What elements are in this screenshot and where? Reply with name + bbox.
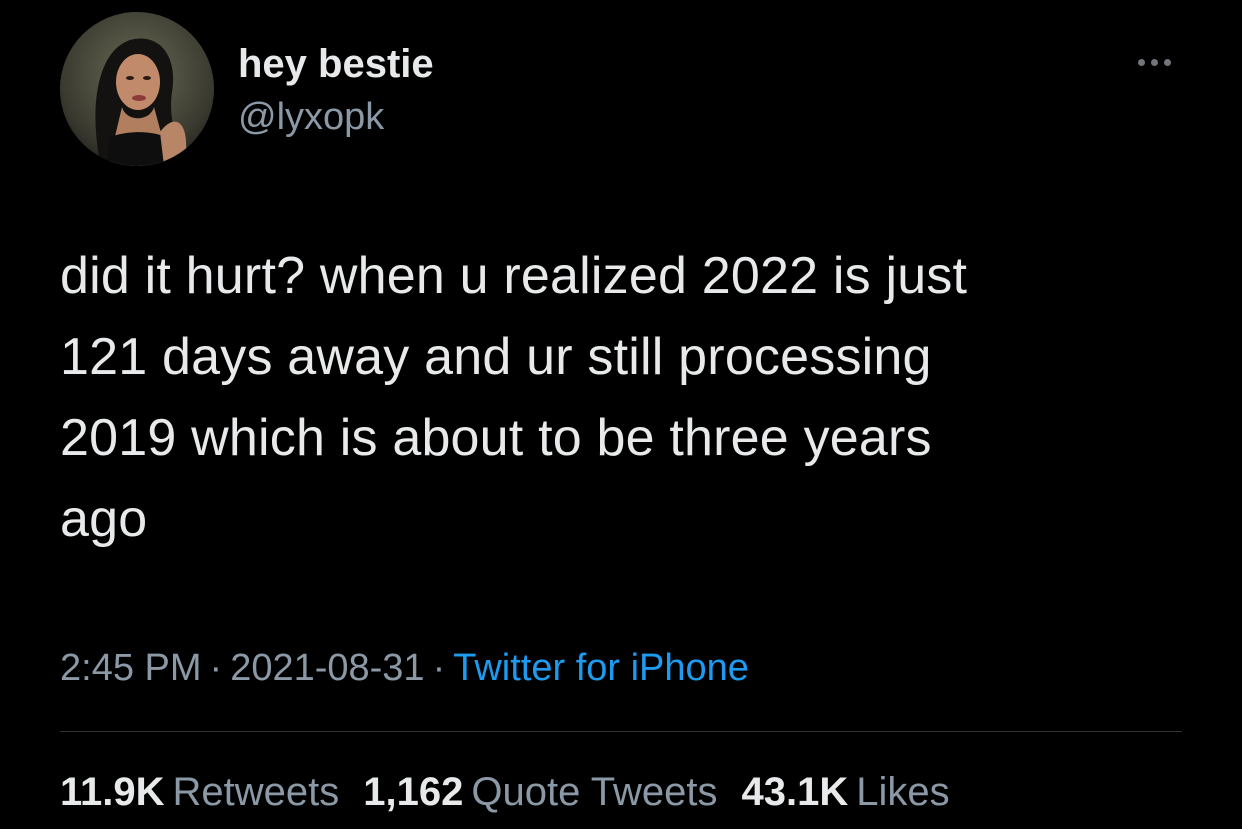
more-horizontal-icon [1137, 58, 1145, 66]
author-display-name[interactable]: hey bestie [238, 40, 434, 88]
tweet-source-link[interactable]: Twitter for iPhone [453, 647, 749, 689]
avatar[interactable] [60, 12, 214, 166]
tweet-time[interactable]: 2:45 PM [60, 647, 202, 689]
tweet-stats: 11.9K Retweets 1,162 Quote Tweets 43.1K Likes [60, 766, 974, 818]
quote-tweets-label: Quote Tweets [471, 770, 718, 814]
more-horizontal-icon-dot [1150, 58, 1158, 66]
tweet-card: hey bestie @lyxopk did it hurt? when u r… [0, 0, 1242, 829]
more-options-button[interactable] [1126, 48, 1182, 76]
quote-tweets-count: 1,162 [363, 770, 464, 814]
more-horizontal-icon-dot [1163, 58, 1171, 66]
tweet-date[interactable]: 2021-08-31 [230, 647, 424, 689]
tweet-text: did it hurt? when u realized 2022 is jus… [60, 247, 968, 548]
tweet-meta: 2:45 PM · 2021-08-31 · Twitter for iPhone [60, 642, 749, 694]
retweets-stat[interactable]: 11.9K Retweets [60, 766, 339, 818]
likes-label: Likes [856, 770, 950, 814]
retweets-count: 11.9K [60, 770, 165, 814]
quote-tweets-stat[interactable]: 1,162 Quote Tweets [363, 766, 717, 818]
divider [60, 731, 1182, 732]
profile-photo-icon [60, 12, 214, 166]
meta-separator: · [209, 647, 223, 689]
likes-stat[interactable]: 43.1K Likes [741, 766, 949, 818]
meta-separator: · [432, 647, 446, 689]
retweets-label: Retweets [172, 770, 340, 814]
author-handle[interactable]: @lyxopk [238, 94, 384, 140]
likes-count: 43.1K [741, 770, 849, 814]
